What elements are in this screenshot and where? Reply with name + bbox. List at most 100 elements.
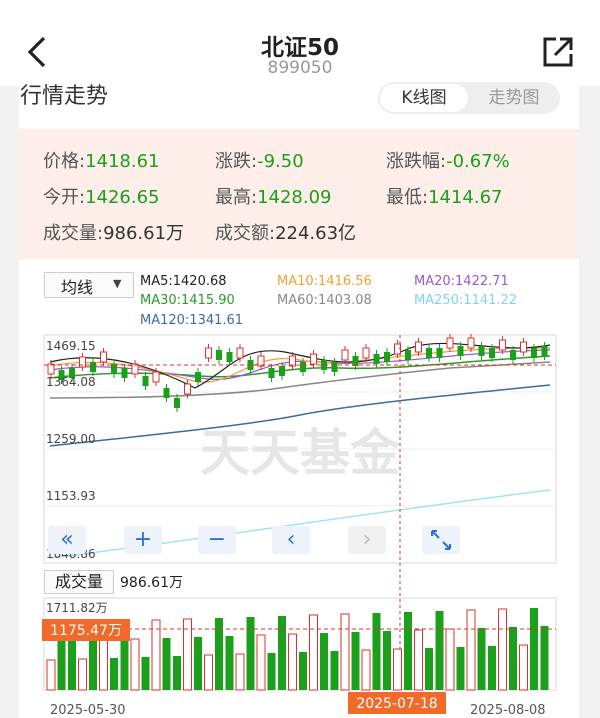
candle [373,354,380,364]
volume-bar [498,608,507,691]
candle [236,347,244,359]
volume-bar [141,657,150,690]
candle [415,341,422,353]
volume-bar [488,646,496,690]
volume-bar [151,619,161,691]
volume-bar [477,628,486,690]
fullscreen-button[interactable] [422,526,460,554]
first-page-button[interactable]: « [48,526,86,554]
candle [184,383,191,395]
volume-bar [309,614,318,691]
volume-bar [351,632,360,690]
candle [467,337,475,349]
volume-bar [267,653,276,690]
volume-bar [435,611,444,690]
candle [531,348,537,358]
volume-bar [530,608,538,690]
volume-bar [99,639,108,691]
candle [279,366,285,376]
expand-icon [431,530,451,550]
volume-bar [288,633,297,691]
candle [163,388,170,398]
candle [195,372,201,382]
y-tick-3: 1259.00 [46,432,96,446]
candle [331,362,338,372]
volume-bar [130,638,140,691]
volume-bar [383,631,391,690]
y-tick-2: 1364.08 [46,375,96,389]
volume-bar [110,658,118,690]
candle [174,398,180,408]
volume-bar [320,633,328,690]
kline-chart: 天天基金 1469.15 1364.08 1259.00 1153.93 104… [42,334,557,718]
y-tick-4: 1153.93 [46,489,96,503]
candle [446,337,454,349]
candle [499,339,506,351]
volume-bar [466,609,476,691]
candle [300,362,306,372]
candle [541,346,548,356]
candle [489,348,495,358]
volume-bar [299,652,307,690]
volume-bar [509,627,517,690]
candle [226,352,233,362]
volume-bar [278,616,286,690]
next-button[interactable]: › [348,526,386,554]
date-start: 2025-05-30 [50,703,126,718]
volume-bar [173,656,181,690]
volume-bar [404,612,412,690]
volume-bar [330,651,339,690]
volume-bar [361,649,371,691]
candle [436,348,443,358]
candle [152,371,160,383]
candle [362,347,370,359]
volume-max-label: 1711.82万 [46,601,108,615]
candle [90,362,96,372]
volume-label: 成交量 [44,570,114,594]
volume-bar [225,636,234,690]
volume-bar [78,658,87,691]
candle [341,349,349,361]
volume-bar [204,654,213,691]
volume-bar [183,618,192,691]
volume-bar [540,626,549,690]
watermark: 天天基金 [200,423,401,482]
volume-bar [519,644,528,691]
date-end: 2025-08-08 [470,703,546,718]
candle [457,346,464,356]
candle [100,351,107,363]
candle [205,347,212,359]
volume-value: 986.61万 [120,575,183,591]
volume-bar [393,648,402,691]
date-cross-text: 2025-07-18 [356,696,437,712]
candle [268,368,275,378]
volume-bar [425,648,433,690]
candle [426,348,432,358]
candle [142,376,149,386]
candle [510,350,516,360]
candle [520,341,527,353]
candle [310,353,317,365]
volume-marker-text: 1175.47万 [50,623,122,639]
volume-bar [46,659,56,691]
zoom-out-button[interactable]: − [198,526,236,554]
y-tick-1: 1469.15 [46,339,96,353]
volume-bar [246,617,255,690]
volume-bar [372,613,381,690]
candle [405,350,411,360]
volume-bar [445,628,455,691]
zoom-in-button[interactable]: + [124,526,162,554]
volume-bar [162,638,171,690]
candle [216,350,222,360]
volume-bar [194,637,202,690]
prev-button[interactable]: ‹ [272,526,310,554]
volume-bar [414,629,423,691]
volume-bar [235,653,245,691]
candle [478,346,485,356]
candle [121,368,128,378]
candle [384,352,390,362]
volume-bar [256,634,266,691]
volume-bar [456,647,465,690]
volume-bar [68,641,76,690]
volume-bar [340,613,350,691]
